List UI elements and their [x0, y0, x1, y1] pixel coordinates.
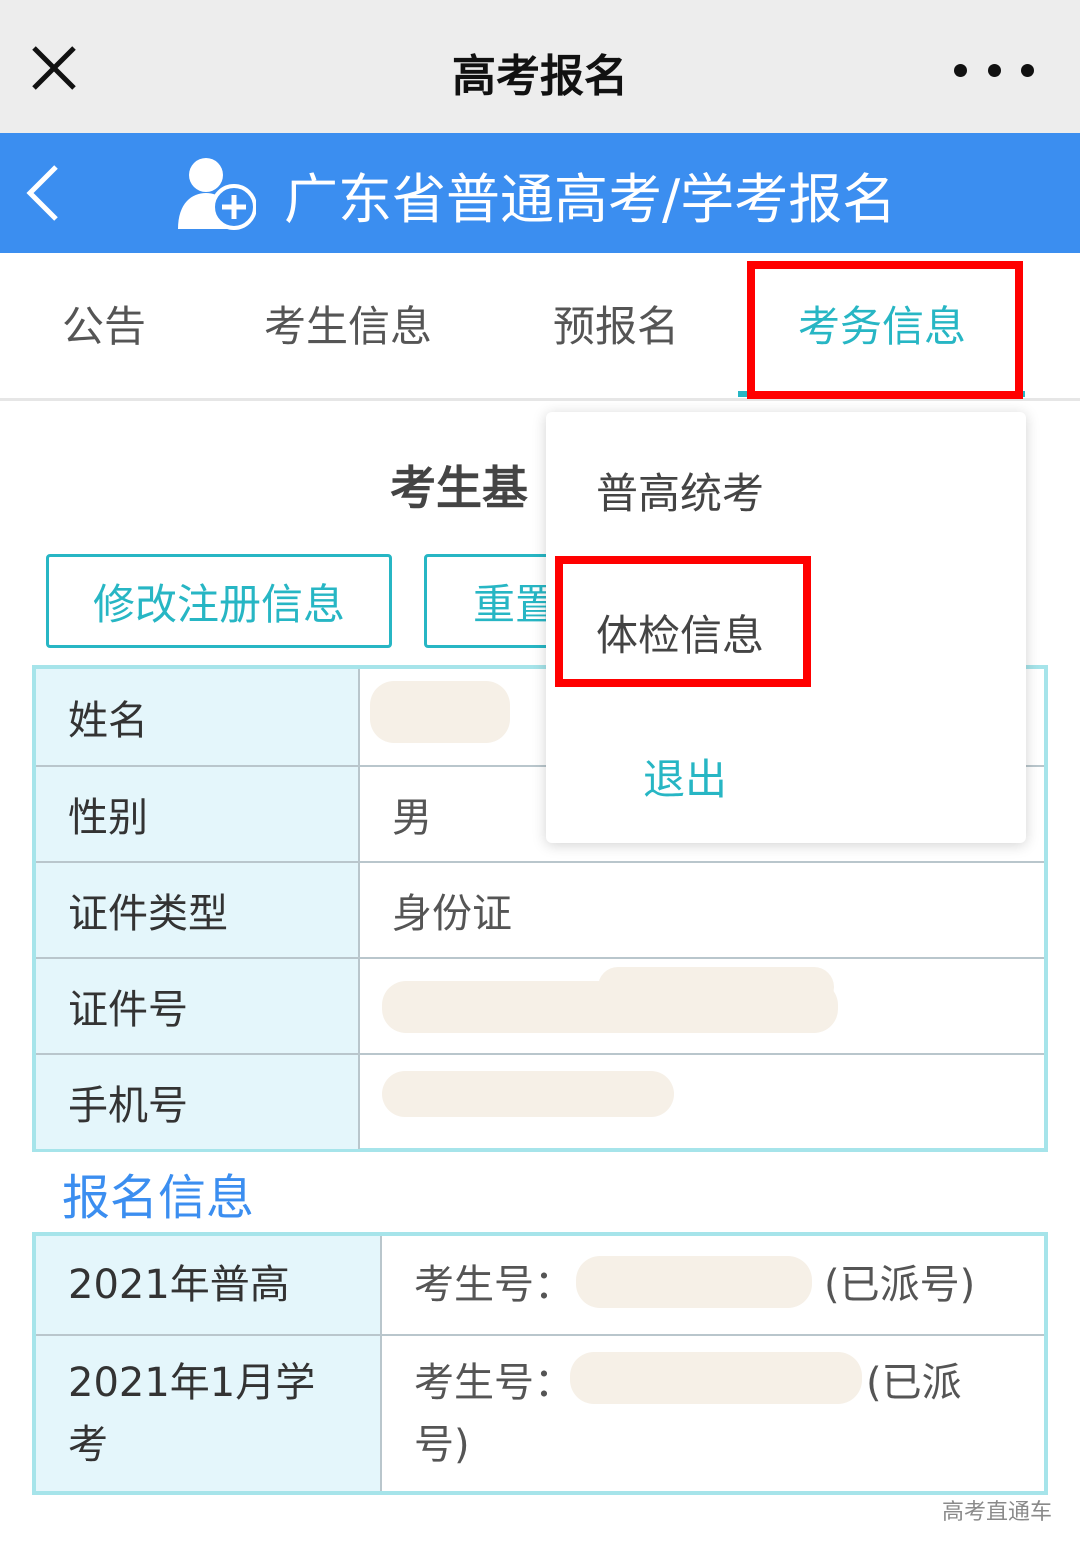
assignment-status: (已派号) — [824, 1262, 976, 1308]
name-label: 姓名 — [36, 669, 360, 765]
candidate-number-prefix: 考生号： — [414, 1262, 574, 1308]
redacted-block — [370, 681, 510, 743]
highlight-box-menu — [555, 556, 811, 687]
menu-item-gaokao[interactable]: 普高统考 — [596, 460, 764, 521]
assignment-status-line2: 号) — [414, 1421, 470, 1468]
gender-label: 性别 — [36, 767, 360, 861]
table-row: 2021年1月学 考 考生号： (已派 号) — [36, 1334, 1044, 1491]
exam-affairs-dropdown: 普高统考 体检信息 退出 — [546, 412, 1026, 843]
redacted-block — [576, 1256, 812, 1308]
xuekao-label-line2: 考 — [68, 1421, 108, 1468]
watermark: 高考直通车 — [941, 1500, 1052, 1525]
xuekao-label-line1: 2021年1月学 — [68, 1359, 316, 1406]
xuekao-2021-label: 2021年1月学 考 — [36, 1336, 382, 1491]
more-icon[interactable] — [954, 60, 1034, 80]
redacted-block — [382, 1071, 674, 1117]
app-header: 广东省普通高考/学考报名 — [0, 133, 1080, 253]
top-navigation-bar: 高考报名 — [0, 0, 1080, 133]
table-row: 证件类型 身份证 — [36, 861, 1044, 957]
tab-bar: 公告 考生信息 预报名 考务信息 — [0, 253, 1080, 401]
assignment-status-line1: (已派 — [866, 1359, 962, 1406]
chevron-left-icon[interactable] — [22, 161, 72, 225]
user-add-icon — [176, 155, 257, 235]
gaokao-2021-value: 考生号： (已派号) — [382, 1236, 1044, 1334]
window-title: 高考报名 — [452, 51, 628, 102]
table-row: 手机号 — [36, 1053, 1044, 1149]
id-type-value: 身份证 — [392, 891, 512, 937]
id-type-label: 证件类型 — [36, 863, 360, 957]
table-row: 2021年普高 考生号： (已派号) — [36, 1236, 1044, 1334]
menu-item-logout[interactable]: 退出 — [643, 746, 727, 807]
candidate-number-prefix: 考生号： — [414, 1359, 574, 1406]
edit-registration-button[interactable]: 修改注册信息 — [46, 554, 392, 648]
highlight-box-tab — [747, 261, 1023, 399]
registration-info-table: 2021年普高 考生号： (已派号) 2021年1月学 考 考生号： (已派 号… — [32, 1232, 1048, 1495]
phone-value — [360, 1055, 1044, 1149]
tab-pre-registration[interactable]: 预报名 — [553, 293, 679, 354]
section-title: 考生基 — [390, 461, 528, 515]
redacted-block — [570, 1352, 862, 1404]
table-row: 证件号 — [36, 957, 1044, 1053]
tab-candidate-info[interactable]: 考生信息 — [264, 293, 432, 354]
page-title: 广东省普通高考/学考报名 — [284, 168, 897, 231]
registration-info-title: 报名信息 — [62, 1170, 255, 1226]
id-number-label: 证件号 — [36, 959, 360, 1053]
phone-label: 手机号 — [36, 1055, 360, 1149]
redacted-block — [598, 967, 834, 1007]
id-number-value — [360, 959, 1044, 1053]
xuekao-2021-value: 考生号： (已派 号) — [382, 1336, 1044, 1491]
gaokao-2021-label: 2021年普高 — [36, 1236, 382, 1334]
tab-announcement[interactable]: 公告 — [62, 293, 146, 354]
